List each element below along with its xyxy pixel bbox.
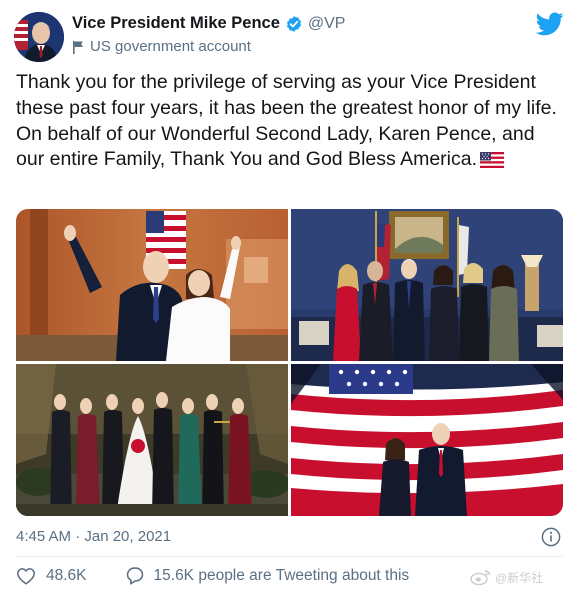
photo-grid	[16, 209, 563, 516]
tweet-body: Thank you for the privilege of serving a…	[16, 71, 557, 171]
account-label: US government account	[90, 38, 251, 55]
avatar[interactable]	[14, 12, 64, 62]
tweet-timestamp[interactable]: 4:45 AM · Jan 20, 2021	[16, 528, 171, 545]
photo-family-wedding[interactable]	[16, 364, 288, 516]
footer-divider	[16, 556, 563, 557]
tweeting-about-label: 15.6K people are Tweeting about this	[153, 566, 410, 584]
twitter-bird-icon[interactable]	[536, 12, 564, 36]
tweeting-about-action[interactable]: 15.6K people are Tweeting about this	[87, 566, 410, 585]
government-flag-icon	[73, 40, 83, 54]
photo-couple-before-flag[interactable]	[291, 364, 563, 516]
weibo-watermark: @新华社	[470, 568, 543, 586]
like-count: 48.6K	[46, 566, 87, 584]
like-action[interactable]: 48.6K	[16, 567, 87, 585]
tweet-text: Thank you for the privilege of serving a…	[16, 70, 564, 173]
account-label-row: US government account	[72, 38, 251, 55]
photo-waving-on-stage[interactable]	[16, 209, 288, 361]
author-row: Vice President Mike Pence @VP	[72, 14, 345, 33]
photo-group-in-office[interactable]	[291, 209, 563, 361]
author-name[interactable]: Vice President Mike Pence	[72, 14, 280, 33]
speech-bubble-icon	[126, 567, 143, 585]
info-icon[interactable]	[541, 527, 561, 547]
author-handle[interactable]: @VP	[308, 15, 346, 33]
watermark-text: @新华社	[495, 570, 544, 585]
us-flag-emoji-icon	[480, 152, 505, 169]
verified-badge-icon	[286, 15, 301, 32]
weibo-logo-icon	[470, 570, 491, 586]
tweet-actions: 48.6K 15.6K people are Tweeting about th…	[16, 566, 409, 585]
tweet-card: Vice President Mike Pence @VP US governm…	[0, 0, 577, 600]
heart-icon	[17, 567, 35, 585]
